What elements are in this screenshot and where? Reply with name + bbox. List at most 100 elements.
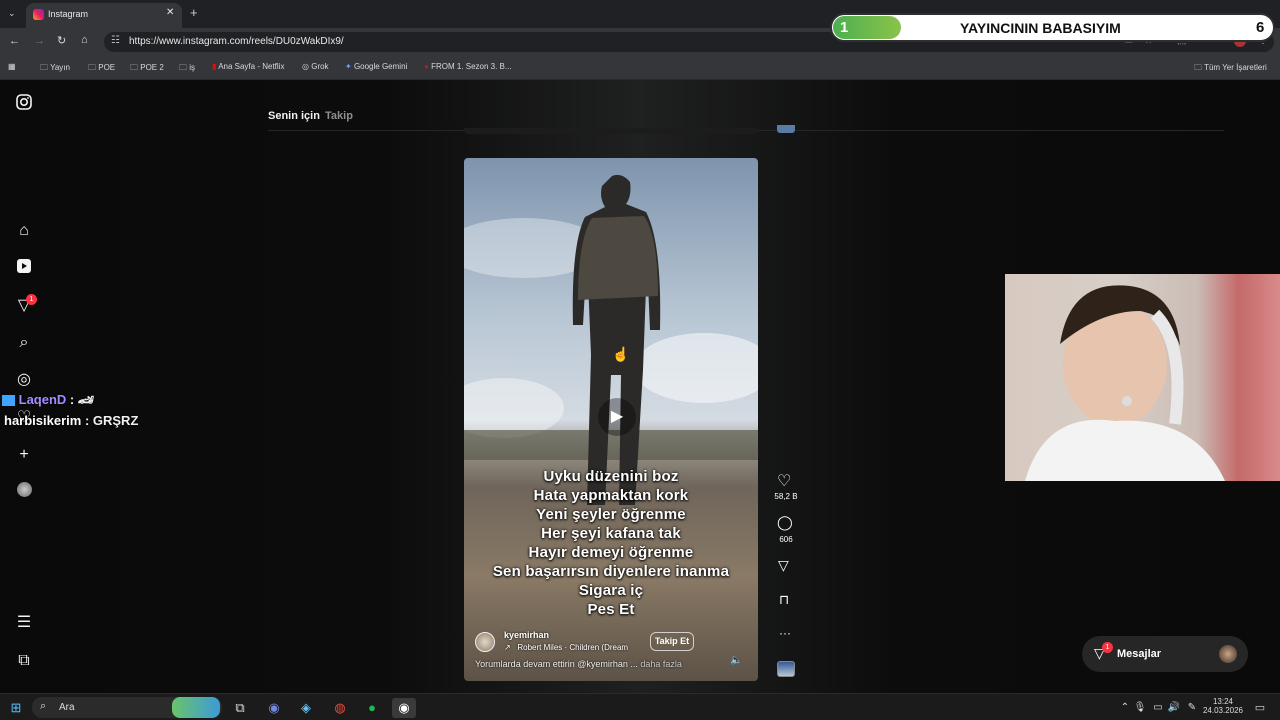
direct-messages-icon[interactable]: ▽ 1 [14,294,37,316]
windows-start-icon[interactable]: ⊞ [4,698,28,718]
site-info-icon[interactable]: ☷ [111,35,120,46]
previous-reel-audio-thumb[interactable] [777,125,795,133]
reels-icon[interactable] [14,258,34,278]
volume-icon[interactable]: 🔈 [730,655,742,666]
bookmark-poe2[interactable]: 🗀 POE 2 [130,62,164,76]
chat-text: 🏎 [77,392,95,407]
caption-line: Her şeyi kafana tak [541,525,681,542]
tab-list-icon[interactable]: ⌄ [8,8,16,19]
steam-icon[interactable]: ◈ [294,698,318,718]
audio-arrow-icon: ↗ [504,643,511,652]
more-link[interactable]: daha fazla [640,659,682,669]
more-menu-icon[interactable]: ☰ [14,613,34,633]
bookmark-gemini[interactable]: ✦ Google Gemini [345,62,407,71]
folder-icon: 🗀 [130,63,138,72]
search-highlight-image [172,697,220,718]
bookmark-poe[interactable]: 🗀 POE [88,62,115,76]
create-icon[interactable]: + [14,445,34,465]
caption-line: Hayır demeyi öğrenme [528,544,694,561]
reload-icon[interactable]: ↻ [57,34,66,47]
folder-icon: 🗀 [1194,63,1202,72]
reel-video[interactable]: ▶ ☝ Uyku düzenini boz Hata yapmaktan kor… [464,158,758,681]
search-icon: ⌕ [40,700,47,712]
also-from-meta-icon[interactable]: ⧉ [14,651,34,671]
audio-thumbnail[interactable] [777,661,795,677]
chat-user: LaqenD [18,392,67,407]
site-icon: ● [424,62,429,71]
back-icon[interactable]: ← [9,35,20,47]
creator-username[interactable]: kyemirhan [504,630,549,640]
explore-icon[interactable]: ◎ [14,370,34,390]
chat-message: LaqenD : 🏎 [2,392,94,408]
tab-close-icon[interactable]: ✕ [166,7,174,18]
like-count: 58,2 B [774,492,798,501]
tab-for-you[interactable]: Senin için [268,110,320,122]
share-icon[interactable]: ▽ [778,557,789,574]
chat-message: harbisikerim : GRŞRZ [4,413,139,428]
save-icon[interactable]: ⊓ [779,592,789,608]
bookmark-from[interactable]: ● FROM 1. Sezon 3. B... [424,62,512,71]
bookmark-all[interactable]: 🗀 Tüm Yer İşaretleri [1194,62,1267,76]
instagram-logo-icon[interactable] [14,94,34,114]
play-icon[interactable]: ▶ [598,398,636,436]
caption-line: Yeni şeyler öğrenme [536,506,686,523]
instagram-sidebar: ⌂ ▽ 1 ⌕ ◎ ♡ + ☰ ⧉ [0,80,48,693]
spotify-icon[interactable]: ● [360,698,384,718]
messages-label: Mesajlar [1117,648,1162,660]
bookmark-grok[interactable]: ◎ Grok [302,62,329,71]
bookmarks-bar: ▦ 🗀 Yayın 🗀 POE 🗀 POE 2 🗀 iş ▮ Ana Sayfa… [0,56,1280,80]
caption-line: Uyku düzenini boz [543,468,679,485]
follow-button[interactable]: Takip Et [650,632,694,651]
profile-avatar[interactable] [14,482,34,502]
creator-avatar[interactable] [475,632,495,652]
browser-tab[interactable]: Instagram ✕ [26,3,182,28]
more-options-icon[interactable]: ··· [779,626,791,640]
notification-badge: 1 [26,294,37,305]
chat-badge-icon [2,395,15,407]
discord-icon[interactable]: ◉ [262,698,286,718]
cursor-icon: ☝ [612,346,630,362]
notification-center-icon[interactable]: ▭ [1248,698,1272,718]
search-icon[interactable]: ⌕ [14,333,34,353]
bookmark-yayin[interactable]: 🗀 Yayın [40,62,70,76]
tab-title: Instagram [48,9,89,19]
home-icon[interactable]: ⌂ [81,34,88,46]
streamer-figure [1025,285,1225,481]
contact-avatar [1219,645,1237,663]
caption-line: Sigara iç [578,582,644,599]
new-tab-icon[interactable]: + [190,5,198,20]
chat-text: GRŞRZ [92,413,139,428]
caption-line: Pes Et [587,601,635,618]
previous-reel-edge [464,128,758,134]
taskbar-search[interactable]: ⌕ Ara [32,697,222,718]
obs-icon[interactable]: ◉ [392,698,416,718]
forward-icon[interactable]: → [34,35,45,47]
bookmark-netflix[interactable]: ▮ Ana Sayfa - Netflix [212,62,284,71]
bookmark-is[interactable]: 🗀 iş [179,62,195,76]
webcam-overlay [1005,274,1280,481]
messages-badge: 1 [1102,642,1113,653]
goal-title: YAYINCININ BABASIYIM [960,20,1121,36]
clock-time: 13:24 [1212,697,1234,706]
home-icon[interactable]: ⌂ [14,221,34,241]
chrome-icon[interactable]: ◍ [328,698,352,718]
like-icon[interactable]: ♡ [777,471,791,491]
chat-user: harbisikerim [4,413,82,428]
search-placeholder: Ara [59,702,75,713]
comment-icon[interactable]: ◯ [777,514,793,531]
audio-track[interactable]: ↗ Robert Miles · Children (Dream [504,643,628,652]
messages-button[interactable]: ▽ 1 Mesajlar [1082,636,1248,672]
folder-icon: 🗀 [88,63,96,72]
comment-count: 606 [779,535,793,544]
stream-goal-overlay: 1 YAYINCININ BABASIYIM 6 [830,13,1275,42]
clock-date: 24.03.2026 [1202,706,1244,715]
clock[interactable]: 13:24 24.03.2026 [1200,697,1246,715]
apps-icon[interactable]: ▦ [8,62,16,71]
instagram-favicon-icon [33,9,44,20]
tab-following[interactable]: Takip [325,110,353,122]
gemini-icon: ✦ [345,62,352,71]
netflix-icon: ▮ [212,62,217,71]
caption-line: Hata yapmaktan kork [533,487,689,504]
task-view-icon[interactable]: ⧉ [228,698,252,718]
caption-line: Sen başarırsın diyenlere inanma [492,563,730,580]
